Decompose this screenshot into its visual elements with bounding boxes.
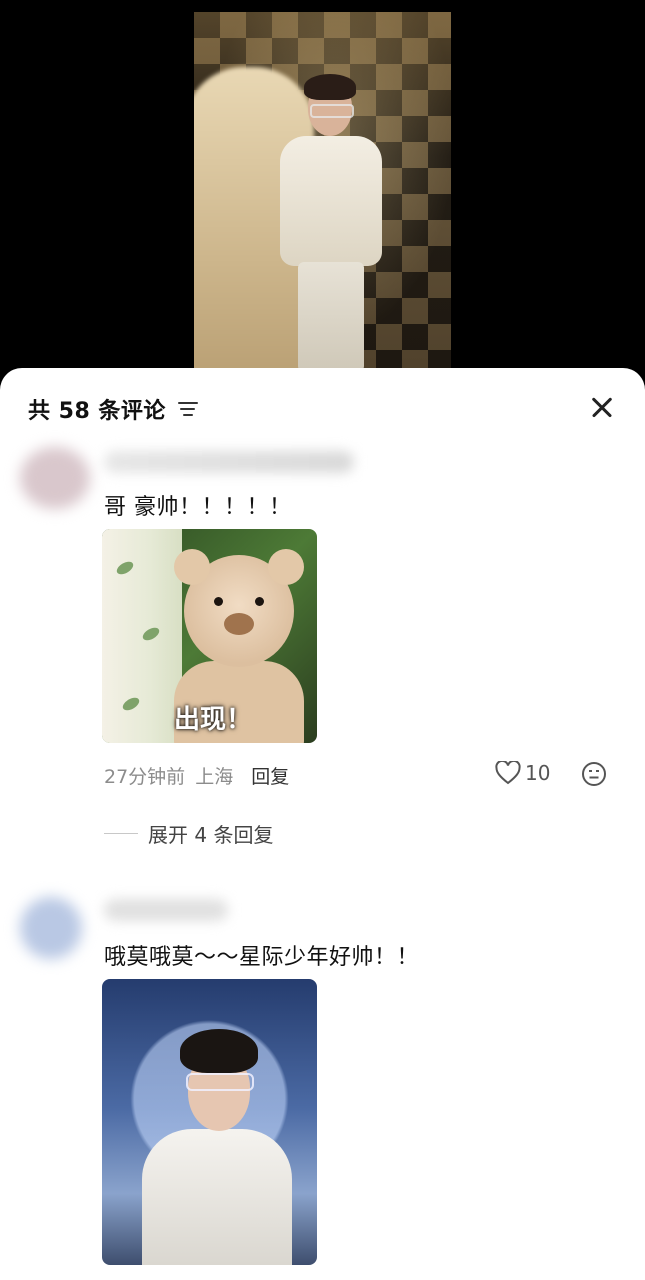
expand-replies-label: 展开 4 条回复 [148,823,274,847]
divider [104,833,138,834]
video-player[interactable] [194,12,451,372]
emoji-face-icon[interactable] [581,761,607,791]
comment-text: 哦莫哦莫～～星际少年好帅！！ [104,945,420,970]
filter-lines-icon[interactable] [177,401,198,417]
like-count: 10 [525,761,551,785]
comment-photo[interactable] [102,979,317,1265]
sticker-caption: 出现！ [174,705,253,735]
like-button[interactable]: 10 [495,761,550,785]
username-blurred[interactable] [104,899,228,921]
close-icon[interactable] [587,392,617,422]
reply-button[interactable]: 回复 [251,762,289,789]
avatar[interactable] [20,897,82,959]
comments-count-title: 共 58 条评论 [28,399,166,424]
comment-meta: 27分钟前 上海 回复 [104,762,289,789]
username-blurred[interactable] [104,451,354,473]
comments-header: 共 58 条评论 [28,392,198,426]
comment-time: 27分钟前 [104,766,186,788]
comment-text: 哥 豪帅！！！！！ [104,495,292,520]
heart-outline-icon [495,761,521,785]
comments-sheet: 共 58 条评论 哥 豪帅！！！！！ 出现！ 27分钟前 上海 回复 10 展开… [0,368,645,1280]
avatar[interactable] [20,447,90,509]
video-person [276,72,386,372]
comment-location: 上海 [195,766,234,788]
expand-replies-button[interactable]: 展开 4 条回复 [104,819,273,848]
comment-sticker[interactable]: 出现！ [102,529,317,743]
